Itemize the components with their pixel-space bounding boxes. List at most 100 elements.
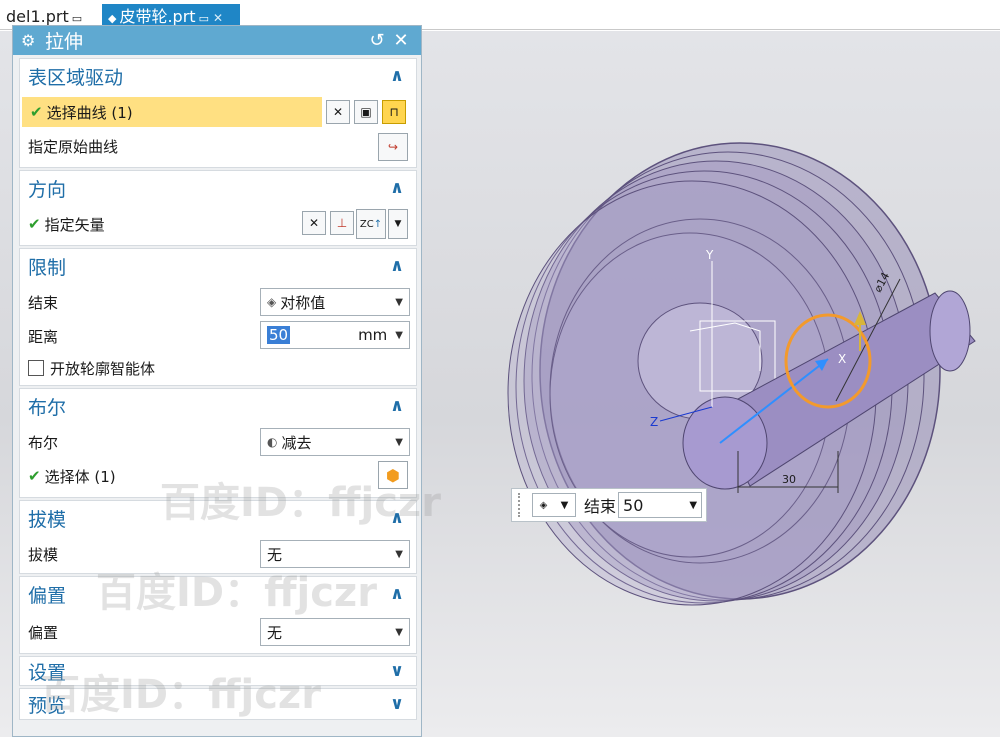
- distance-value: 50: [267, 326, 291, 344]
- tab-label: 皮带轮.prt: [119, 7, 196, 26]
- toolbar-grip-handle[interactable]: [518, 493, 524, 517]
- shaft-front-face: [682, 396, 768, 490]
- section-preview: 预览 ∨: [19, 688, 417, 720]
- tab-label: del1.prt: [6, 7, 69, 26]
- boolean-select[interactable]: ◐ 减去 ▼: [260, 428, 410, 456]
- select-body-row[interactable]: ✔ 选择体 (1): [20, 461, 416, 491]
- dialog-title-bar[interactable]: ⚙ 拉伸 ↺ ✕: [13, 26, 421, 55]
- section-header[interactable]: 设置 ∨: [20, 657, 416, 685]
- gear-icon[interactable]: ⚙: [21, 31, 39, 50]
- open-profile-row[interactable]: 开放轮廓智能体: [20, 353, 416, 383]
- chevron-up-icon[interactable]: ∧: [386, 396, 408, 416]
- curve-rule-button[interactable]: ✕: [326, 100, 350, 124]
- chevron-up-icon[interactable]: ∧: [386, 256, 408, 276]
- vector-icon: ⊥: [336, 216, 348, 230]
- open-profile-label: 开放轮廓智能体: [50, 359, 156, 378]
- section-title: 方向: [28, 178, 67, 201]
- sketch-icon: ▣: [360, 105, 372, 119]
- end-label: 结束: [28, 293, 59, 312]
- section-limits: 限制 ∧ 结束 ◈ 对称值 ▼ 距离 50 mm ▼ 开放轮廓智能体: [19, 248, 417, 386]
- distance-unit: mm: [358, 326, 388, 344]
- close-icon[interactable]: ✕: [389, 30, 413, 51]
- reverse-direction-button[interactable]: ✕: [302, 211, 326, 235]
- shaft-end-face: [929, 290, 971, 372]
- cross-curve-icon: ✕: [332, 105, 344, 119]
- section-header[interactable]: 方向 ∧: [20, 171, 416, 205]
- chevron-up-icon[interactable]: ∧: [386, 584, 408, 604]
- select-body-button[interactable]: ⬢: [378, 461, 408, 489]
- section-header[interactable]: 布尔 ∧: [20, 389, 416, 423]
- section-boolean: 布尔 ∧ 布尔 ◐ 减去 ▼ ✔ 选择体 (1) ⬢: [19, 388, 417, 498]
- end-type-value: 对称值: [280, 293, 326, 312]
- section-title: 偏置: [28, 584, 67, 607]
- section-settings: 设置 ∨: [19, 656, 417, 686]
- distance-input[interactable]: 50 mm ▼: [260, 321, 410, 349]
- chevron-down-icon: ▼: [560, 499, 569, 511]
- section-header[interactable]: 预览 ∨: [20, 689, 416, 719]
- draft-label: 拔模: [28, 545, 59, 564]
- offset-value: 无: [267, 623, 283, 642]
- section-header[interactable]: 表区域驱动 ∧: [20, 59, 416, 93]
- zc-vector-button[interactable]: ZC ↑: [356, 209, 386, 239]
- distance-label: 距离: [28, 327, 59, 346]
- section-title: 布尔: [28, 396, 67, 419]
- check-icon: ✔: [30, 103, 43, 121]
- draft-value: 无: [267, 545, 283, 564]
- check-icon: ✔: [28, 467, 41, 485]
- select-curve-label: 选择曲线 (1): [46, 103, 133, 122]
- sketch-section-button[interactable]: ▣: [354, 100, 378, 124]
- open-profile-checkbox[interactable]: [28, 360, 44, 376]
- chevron-up-icon[interactable]: ∧: [386, 66, 408, 86]
- close-tab-icon[interactable]: ✕: [213, 11, 223, 25]
- section-title: 限制: [28, 256, 67, 279]
- end-type-dropdown[interactable]: ◈ ▼: [532, 493, 576, 517]
- extrude-dialog: ⚙ 拉伸 ↺ ✕ 表区域驱动 ∧ ✔ 选择曲线 (1) ✕ ▣ ⊓ 指定原始曲线…: [12, 25, 422, 737]
- offset-label: 偏置: [28, 623, 59, 642]
- axis-x-label: X: [838, 352, 846, 366]
- chevron-up-icon[interactable]: ∧: [386, 508, 408, 528]
- draft-select[interactable]: 无 ▼: [260, 540, 410, 568]
- end-label: 结束: [584, 497, 617, 516]
- offset-select[interactable]: 无 ▼: [260, 618, 410, 646]
- section-title: 拔模: [28, 508, 67, 531]
- chevron-down-icon[interactable]: ∨: [386, 694, 408, 714]
- document-icon: ▭: [71, 12, 83, 25]
- chevron-down-icon: ▼: [394, 219, 402, 229]
- axis-y-label: Y: [705, 248, 714, 262]
- floating-end-toolbar: ◈ ▼ 结束 50 ▼: [511, 488, 707, 522]
- chevron-down-icon[interactable]: ∨: [386, 661, 408, 681]
- section-header[interactable]: 限制 ∧: [20, 249, 416, 283]
- part-icon: ◆: [108, 12, 117, 25]
- end-type-select[interactable]: ◈ 对称值 ▼: [260, 288, 410, 316]
- subtract-icon: ◐: [267, 435, 278, 449]
- section-header[interactable]: 拔模 ∧: [20, 501, 416, 535]
- select-curve-row[interactable]: ✔ 选择曲线 (1): [22, 97, 322, 127]
- section-draft: 拔模 ∧ 拔模 无 ▼: [19, 500, 417, 574]
- dialog-title: 拉伸: [45, 31, 84, 53]
- cross-icon: ✕: [308, 216, 320, 230]
- boolean-label: 布尔: [28, 433, 59, 452]
- section-header[interactable]: 偏置 ∧: [20, 577, 416, 611]
- vector-type-dropdown[interactable]: ▼: [388, 209, 408, 239]
- chevron-down-icon: ▼: [395, 329, 403, 341]
- section-title: 表区域驱动: [28, 66, 124, 89]
- origin-curve-row: 指定原始曲线: [20, 131, 416, 161]
- origin-curve-button[interactable]: ↪: [378, 133, 408, 161]
- end-value-text: 50: [623, 495, 644, 515]
- section-offset: 偏置 ∧ 偏置 无 ▼: [19, 576, 417, 654]
- chevron-up-icon[interactable]: ∧: [386, 178, 408, 198]
- chevron-down-icon: ▼: [395, 436, 403, 448]
- reset-icon[interactable]: ↺: [365, 30, 389, 51]
- zc-label: ZC: [359, 218, 374, 230]
- section-surface-drive: 表区域驱动 ∧ ✔ 选择曲线 (1) ✕ ▣ ⊓ 指定原始曲线 ↪: [19, 58, 417, 168]
- arrow-up-icon: ↑: [373, 218, 383, 230]
- section-title: 设置: [28, 661, 67, 684]
- vector-dialog-button[interactable]: ⊥: [330, 211, 354, 235]
- origin-curve-label: 指定原始曲线: [28, 137, 119, 156]
- curve-select-button[interactable]: ⊓: [382, 100, 406, 124]
- chevron-down-icon: ▼: [395, 626, 403, 638]
- section-direction: 方向 ∧ ✔ 指定矢量 ✕ ⊥ ZC ↑ ▼: [19, 170, 417, 246]
- end-value-input[interactable]: 50 ▼: [618, 492, 703, 518]
- symmetric-cube-icon: ◈: [539, 499, 548, 511]
- boolean-value: 减去: [281, 433, 312, 452]
